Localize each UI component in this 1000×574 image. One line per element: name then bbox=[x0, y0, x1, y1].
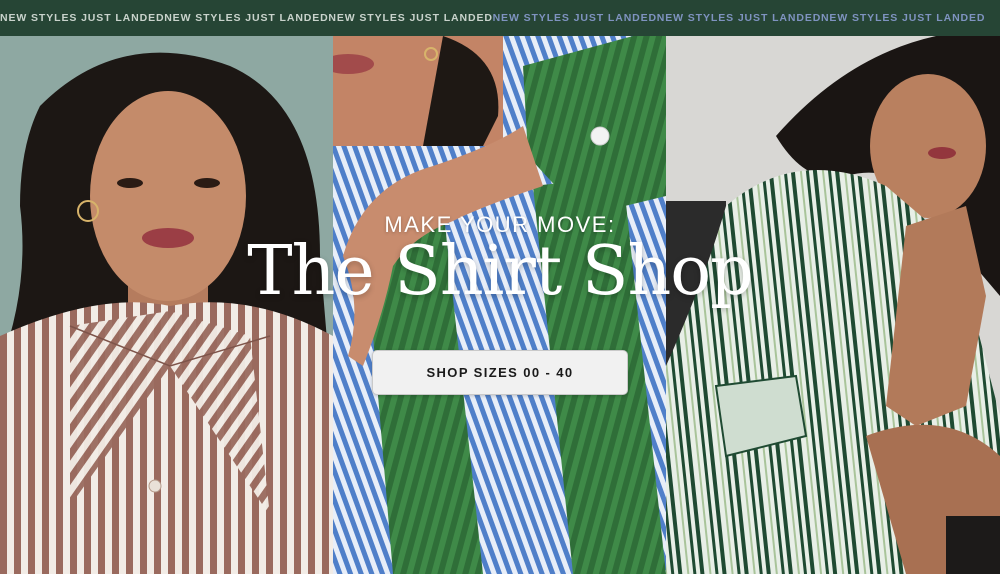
hero-banner[interactable] bbox=[0, 36, 1000, 574]
ticker-item: NEW STYLES JUST LANDED bbox=[164, 12, 329, 24]
ticker-item: NEW STYLES JUST LANDED bbox=[492, 12, 658, 24]
ticker-item: NEW STYLES JUST LANDED bbox=[656, 12, 822, 24]
announcement-ticker: NEW STYLES JUST LANDED NEW STYLES JUST L… bbox=[0, 0, 1000, 36]
hero-image-middle[interactable] bbox=[333, 36, 666, 574]
ticker-item: NEW STYLES JUST LANDED bbox=[820, 12, 986, 24]
ticker-item: NEW STYLES JUST LANDED bbox=[328, 12, 493, 24]
shop-sizes-button[interactable]: SHOP SIZES 00 - 40 bbox=[372, 350, 628, 395]
hero-image-left[interactable] bbox=[0, 36, 333, 574]
ticker-item: NEW STYLES JUST LANDED bbox=[0, 12, 165, 24]
hero-image-right[interactable] bbox=[666, 36, 1000, 574]
